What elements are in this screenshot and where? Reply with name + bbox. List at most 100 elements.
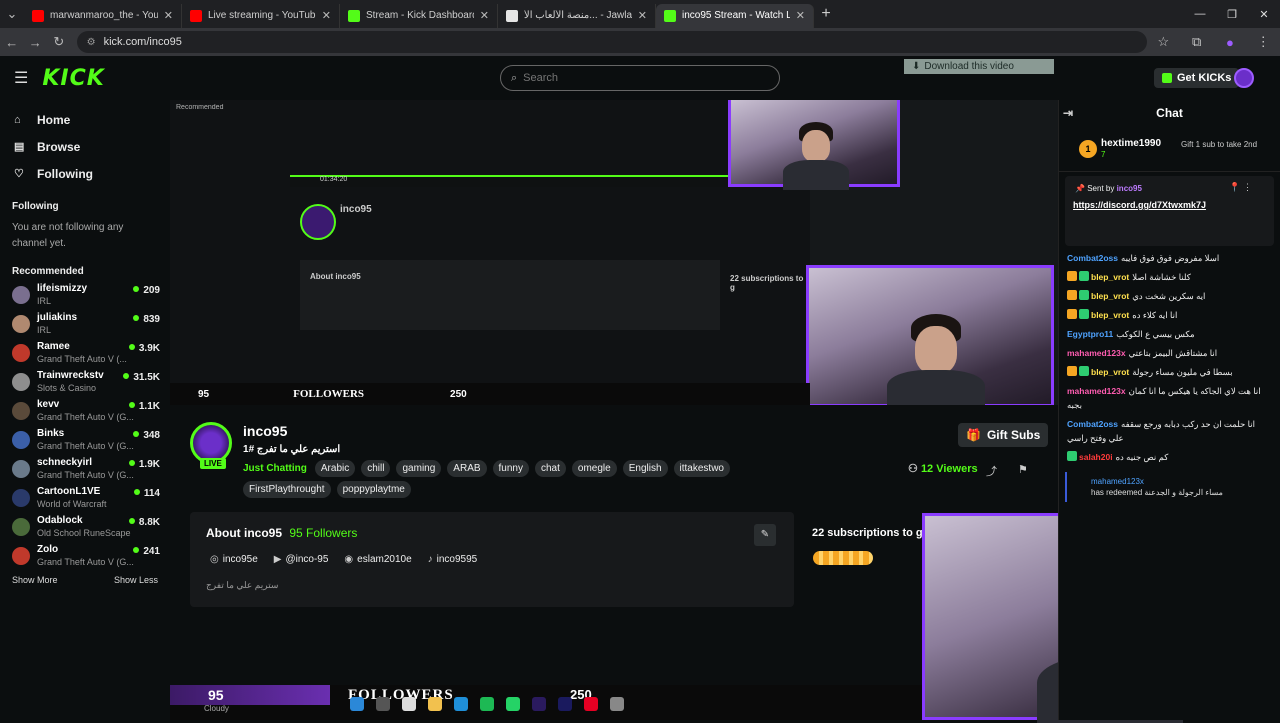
viewer-count: 1.9K bbox=[129, 459, 160, 470]
tag-chip[interactable]: English bbox=[622, 460, 668, 477]
tab-close-icon[interactable]: ✕ bbox=[322, 9, 331, 22]
channel-category: Grand Theft Auto V (G... bbox=[37, 441, 134, 451]
tab-close-icon[interactable]: ✕ bbox=[796, 9, 805, 22]
pinned-link[interactable]: https://discord.gg/d7Xtwxmk7J bbox=[1073, 200, 1206, 210]
browser-tab[interactable]: inco95 Stream - Watch Live on ✕ bbox=[656, 3, 814, 28]
chat-username[interactable]: blep_vrot bbox=[1091, 310, 1129, 320]
close-window-icon[interactable]: ✕ bbox=[1248, 8, 1280, 21]
gift-subs-button[interactable]: 🎁 Gift Subs bbox=[958, 423, 1049, 447]
recommended-channel[interactable]: CartoonL1VE World of Warcraft 114 bbox=[0, 486, 170, 515]
back-icon[interactable]: ← bbox=[0, 35, 24, 50]
tab-favicon-icon bbox=[190, 9, 202, 22]
tab-close-icon[interactable]: ✕ bbox=[638, 9, 647, 22]
profile-icon[interactable]: ● bbox=[1213, 35, 1246, 50]
chat-username[interactable]: blep_vrot bbox=[1091, 291, 1129, 301]
social-link[interactable]: ▶ @inco-95 bbox=[274, 554, 329, 565]
hamburger-menu-icon[interactable]: ☰ bbox=[14, 68, 28, 88]
share-icon[interactable]: ⤴ bbox=[986, 463, 997, 479]
edge-icon bbox=[454, 697, 468, 711]
chat-username[interactable]: salah20i bbox=[1079, 452, 1113, 462]
gift-cta[interactable]: Gift 1 sub to take 2nd bbox=[1181, 140, 1277, 149]
tag-chip[interactable]: funny bbox=[492, 460, 529, 477]
collapse-chat-icon[interactable]: ⇥ bbox=[1063, 106, 1073, 120]
browser-tab[interactable]: Stream - Kick Dashboard ✕ bbox=[340, 3, 498, 28]
forward-icon[interactable]: → bbox=[24, 35, 48, 50]
channel-name: schneckyirl bbox=[37, 457, 93, 468]
tag-chip[interactable]: ARAB bbox=[447, 460, 487, 477]
viewers-label: 12 Viewers bbox=[920, 463, 978, 475]
tag-chip[interactable]: chat bbox=[535, 460, 566, 477]
tag-chip[interactable]: omegle bbox=[571, 460, 617, 477]
tag-chip[interactable]: poppyplaytme bbox=[336, 481, 411, 498]
sidebar-item-following[interactable]: ♡ Following bbox=[0, 160, 170, 187]
chat-username[interactable]: Egyptpro11 bbox=[1067, 329, 1113, 339]
channel-name[interactable]: inco95 bbox=[243, 423, 287, 439]
new-tab-button[interactable]: + bbox=[814, 5, 838, 23]
recommended-channel[interactable]: Binks Grand Theft Auto V (G... 348 bbox=[0, 428, 170, 457]
recommended-channel[interactable]: juliakins IRL 839 bbox=[0, 312, 170, 341]
instagram-icon: ◎ bbox=[210, 554, 219, 565]
reload-icon[interactable]: ↻ bbox=[47, 34, 71, 50]
category-link[interactable]: Just Chatting bbox=[243, 463, 307, 474]
recommended-channel[interactable]: Odablock Old School RuneScape 8.8K bbox=[0, 515, 170, 544]
gift-subs-label: Gift Subs bbox=[986, 428, 1041, 442]
bookmark-star-icon[interactable]: ☆ bbox=[1147, 34, 1180, 50]
viewer-count: 241 bbox=[133, 546, 160, 557]
recommended-channel[interactable]: Trainwreckstv Slots & Casino 31.5K bbox=[0, 370, 170, 399]
sidebar-item-home[interactable]: ⌂ Home bbox=[0, 106, 170, 133]
tag-chip[interactable]: gaming bbox=[396, 460, 442, 477]
tag-chip[interactable]: chill bbox=[361, 460, 391, 477]
recommended-channel[interactable]: Zolo Grand Theft Auto V (G... 241 bbox=[0, 544, 170, 573]
search-input[interactable] bbox=[523, 72, 724, 84]
kick-logo[interactable]: KICK bbox=[42, 66, 104, 91]
recommended-channel[interactable]: kevv Grand Theft Auto V (G... 1.1K bbox=[0, 399, 170, 428]
tag-chip[interactable]: ittakestwo bbox=[673, 460, 730, 477]
maximize-icon[interactable]: ❐ bbox=[1216, 8, 1248, 21]
social-link[interactable]: ◉ eslam2010e bbox=[344, 554, 411, 565]
social-link[interactable]: ♪ inco9595 bbox=[428, 554, 478, 565]
gifter-name[interactable]: hextime1990 bbox=[1101, 138, 1161, 149]
chat-username[interactable]: blep_vrot bbox=[1091, 367, 1129, 377]
viewer-count: 209 bbox=[133, 285, 160, 296]
show-less-button[interactable]: Show Less bbox=[114, 575, 158, 585]
minimize-icon[interactable]: — bbox=[1184, 8, 1216, 20]
download-video-banner[interactable]: ⬇ Download this video bbox=[904, 59, 1054, 74]
sidebar-item-browse[interactable]: ▤ Browse bbox=[0, 133, 170, 160]
report-icon[interactable]: ⚑ bbox=[1018, 463, 1028, 476]
pin-icon[interactable]: 📍 ⋮ bbox=[1229, 182, 1252, 193]
tab-search-icon[interactable]: ⌄ bbox=[0, 6, 24, 22]
search-box[interactable]: ⌕ bbox=[500, 65, 780, 91]
chat-username[interactable]: Combat2oss bbox=[1067, 419, 1118, 429]
redeem-user[interactable]: mahamed123x bbox=[1091, 476, 1268, 487]
chat-badge-icon bbox=[1067, 271, 1077, 281]
pinned-author[interactable]: inco95 bbox=[1117, 184, 1142, 193]
chat-username[interactable]: mahamed123x bbox=[1067, 348, 1126, 358]
video-player[interactable]: Recommended 01:34:20 inco95 About inco95… bbox=[170, 100, 1058, 405]
recommended-channel[interactable]: lifeismizzy IRL 209 bbox=[0, 283, 170, 312]
social-link[interactable]: ◎ inco95e bbox=[210, 554, 258, 565]
site-info-icon[interactable]: ⚙ bbox=[87, 37, 96, 48]
get-kicks-button[interactable]: Get KICKs bbox=[1154, 68, 1240, 88]
channel-category: Slots & Casino bbox=[37, 383, 97, 393]
recommended-channel[interactable]: Ramee Grand Theft Auto V (... 3.9K bbox=[0, 341, 170, 370]
tag-chip[interactable]: FirstPlaythrought bbox=[243, 481, 331, 498]
tab-close-icon[interactable]: ✕ bbox=[164, 9, 173, 22]
tab-favicon-icon bbox=[348, 9, 360, 22]
recommended-channel[interactable]: schneckyirl Grand Theft Auto V (G... 1.9K bbox=[0, 457, 170, 486]
browser-menu-icon[interactable]: ⋮ bbox=[1247, 34, 1280, 50]
windows-start-icon bbox=[350, 697, 364, 711]
chat-username[interactable]: Combat2oss bbox=[1067, 253, 1118, 263]
mirrored-recommended-label: Recommended bbox=[176, 104, 224, 111]
extensions-icon[interactable]: ⧉ bbox=[1180, 34, 1213, 50]
browser-tab[interactable]: منصة الألعاب الأ... - Jawlah | جولة ✕ bbox=[498, 3, 656, 28]
browser-tab[interactable]: Live streaming - YouTube Studi ✕ bbox=[182, 3, 340, 28]
user-avatar[interactable] bbox=[1234, 68, 1254, 88]
tab-close-icon[interactable]: ✕ bbox=[480, 9, 489, 22]
url-field[interactable]: ⚙ kick.com/inco95 bbox=[76, 31, 1147, 53]
browser-tab[interactable]: marwanmaroo_the - YouTube ✕ bbox=[24, 3, 182, 28]
tag-chip[interactable]: Arabic bbox=[314, 460, 356, 477]
edit-about-button[interactable]: ✎ bbox=[754, 524, 776, 546]
show-more-button[interactable]: Show More bbox=[12, 575, 58, 585]
chat-username[interactable]: mahamed123x bbox=[1067, 386, 1126, 396]
chat-username[interactable]: blep_vrot bbox=[1091, 272, 1129, 282]
